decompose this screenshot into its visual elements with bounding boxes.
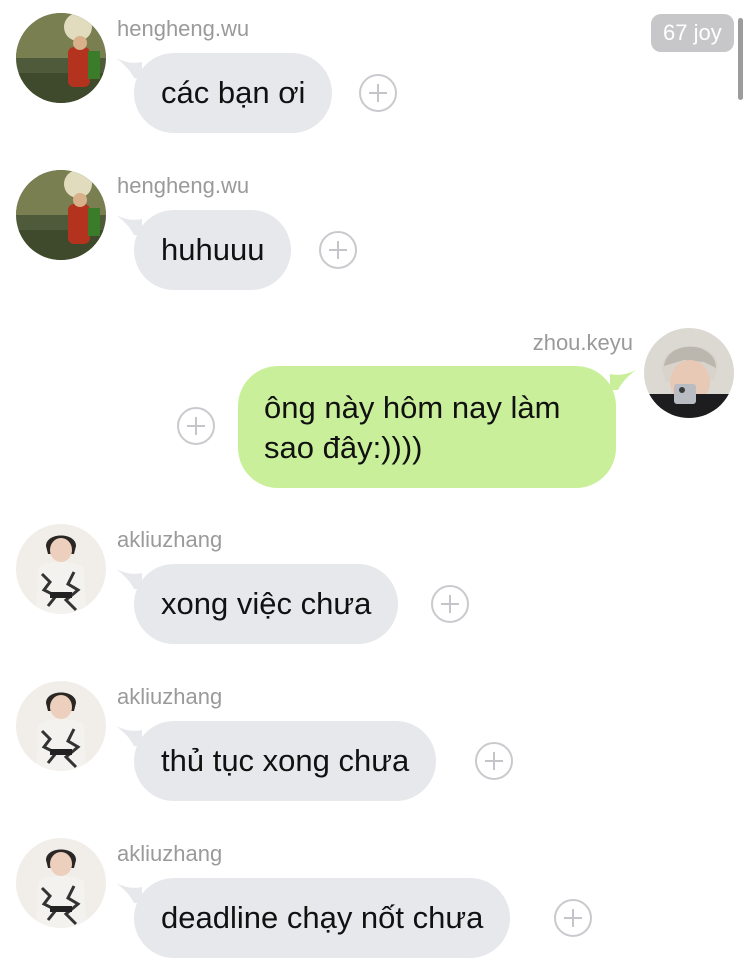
avatar[interactable] bbox=[16, 524, 106, 614]
message-bubble[interactable]: huhuuu bbox=[134, 210, 292, 290]
sender-name: akliuzhang bbox=[117, 527, 223, 552]
avatar[interactable] bbox=[644, 328, 734, 418]
message-bubble[interactable]: thủ tục xong chưa bbox=[134, 721, 437, 801]
add-reaction-button[interactable] bbox=[359, 74, 397, 112]
scrollbar[interactable] bbox=[738, 18, 743, 100]
sender-name: hengheng.wu bbox=[117, 16, 250, 41]
avatar[interactable] bbox=[16, 681, 106, 771]
add-reaction-button[interactable] bbox=[177, 407, 215, 445]
message-bubble[interactable]: xong việc chưa bbox=[134, 564, 399, 644]
sender-name: akliuzhang bbox=[117, 684, 223, 709]
sender-name: zhou.keyu bbox=[532, 330, 633, 355]
avatar[interactable] bbox=[16, 13, 106, 103]
add-reaction-button[interactable] bbox=[319, 231, 357, 269]
message-text: huhuuu bbox=[161, 232, 265, 267]
zhou-avatar-image bbox=[644, 328, 734, 418]
sender-name: akliuzhang bbox=[117, 841, 223, 866]
message-bubble[interactable]: deadline chạy nốt chưa bbox=[134, 878, 511, 958]
add-reaction-button[interactable] bbox=[554, 899, 592, 937]
message-text: ông này hôm nay làm sao đây:)))) bbox=[264, 390, 561, 465]
chat-screen[interactable]: 67 joy hengheng.wu các bạn ơi hengheng.w… bbox=[0, 0, 750, 980]
avatar[interactable] bbox=[16, 838, 106, 928]
hengheng-avatar-image bbox=[16, 13, 106, 103]
message-bubble[interactable]: các bạn ơi bbox=[134, 53, 333, 133]
message-text: các bạn ơi bbox=[161, 75, 306, 110]
message-bubble[interactable]: ông này hôm nay làm sao đây:)))) bbox=[238, 366, 616, 488]
message-text: xong việc chưa bbox=[161, 586, 372, 621]
akliuzhang-avatar-image bbox=[16, 838, 106, 928]
hengheng-avatar-image bbox=[16, 170, 106, 260]
add-reaction-button[interactable] bbox=[475, 742, 513, 780]
message-text: deadline chạy nốt chưa bbox=[161, 900, 484, 935]
sender-name: hengheng.wu bbox=[117, 173, 250, 198]
message-text: thủ tục xong chưa bbox=[161, 743, 410, 778]
joy-count-badge[interactable]: 67 joy bbox=[651, 14, 734, 52]
akliuzhang-avatar-image bbox=[16, 524, 106, 614]
add-reaction-button[interactable] bbox=[431, 585, 469, 623]
avatar[interactable] bbox=[16, 170, 106, 260]
bubble-tail bbox=[610, 368, 636, 390]
akliuzhang-avatar-image bbox=[16, 681, 106, 771]
